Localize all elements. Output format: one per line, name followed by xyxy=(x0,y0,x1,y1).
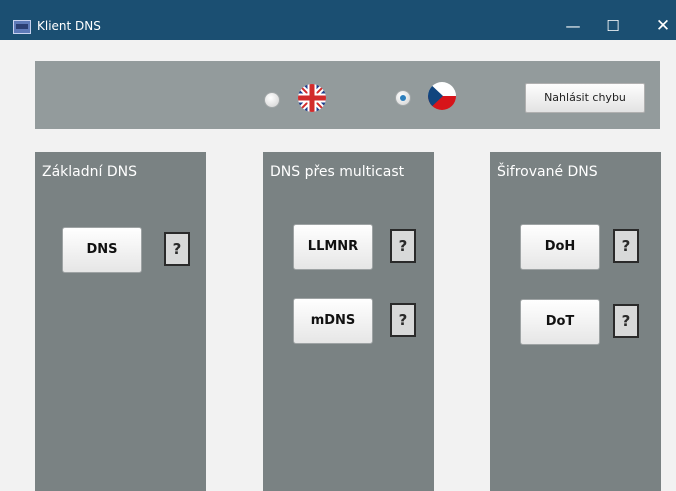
czech-radio[interactable] xyxy=(396,91,410,105)
report-bug-button[interactable]: Nahlásit chybu xyxy=(525,83,645,113)
mdns-button[interactable]: mDNS xyxy=(293,298,373,344)
czech-flag-icon[interactable] xyxy=(427,81,457,111)
mdns-help-button[interactable]: ? xyxy=(390,303,416,337)
minimize-button[interactable]: — xyxy=(561,14,585,38)
llmnr-button[interactable]: LLMNR xyxy=(293,224,373,270)
multicast-dns-panel: DNS přes multicast LLMNR ? mDNS ? xyxy=(263,152,434,491)
llmnr-help-button[interactable]: ? xyxy=(390,229,416,263)
doh-button[interactable]: DoH xyxy=(520,224,600,270)
column-title: Šifrované DNS xyxy=(497,164,598,180)
close-button[interactable]: ✕ xyxy=(651,14,675,38)
language-panel: Nahlásit chybu xyxy=(35,61,660,129)
column-title: DNS přes multicast xyxy=(270,164,405,180)
uk-flag-icon[interactable] xyxy=(297,83,327,113)
dot-help-button[interactable]: ? xyxy=(613,304,639,338)
english-radio[interactable] xyxy=(265,93,279,107)
dot-button[interactable]: DoT xyxy=(520,299,600,345)
dns-help-button[interactable]: ? xyxy=(164,232,190,266)
doh-help-button[interactable]: ? xyxy=(613,229,639,263)
basic-dns-panel: Základní DNS DNS ? xyxy=(35,152,206,491)
encrypted-dns-panel: Šifrované DNS DoH ? DoT ? xyxy=(490,152,661,491)
column-title: Základní DNS xyxy=(42,164,137,180)
title-bar: Klient DNS — ☐ ✕ xyxy=(0,0,676,40)
app-icon xyxy=(13,20,31,34)
window-title: Klient DNS xyxy=(37,19,101,33)
dns-button[interactable]: DNS xyxy=(62,227,142,273)
maximize-button[interactable]: ☐ xyxy=(601,14,625,38)
